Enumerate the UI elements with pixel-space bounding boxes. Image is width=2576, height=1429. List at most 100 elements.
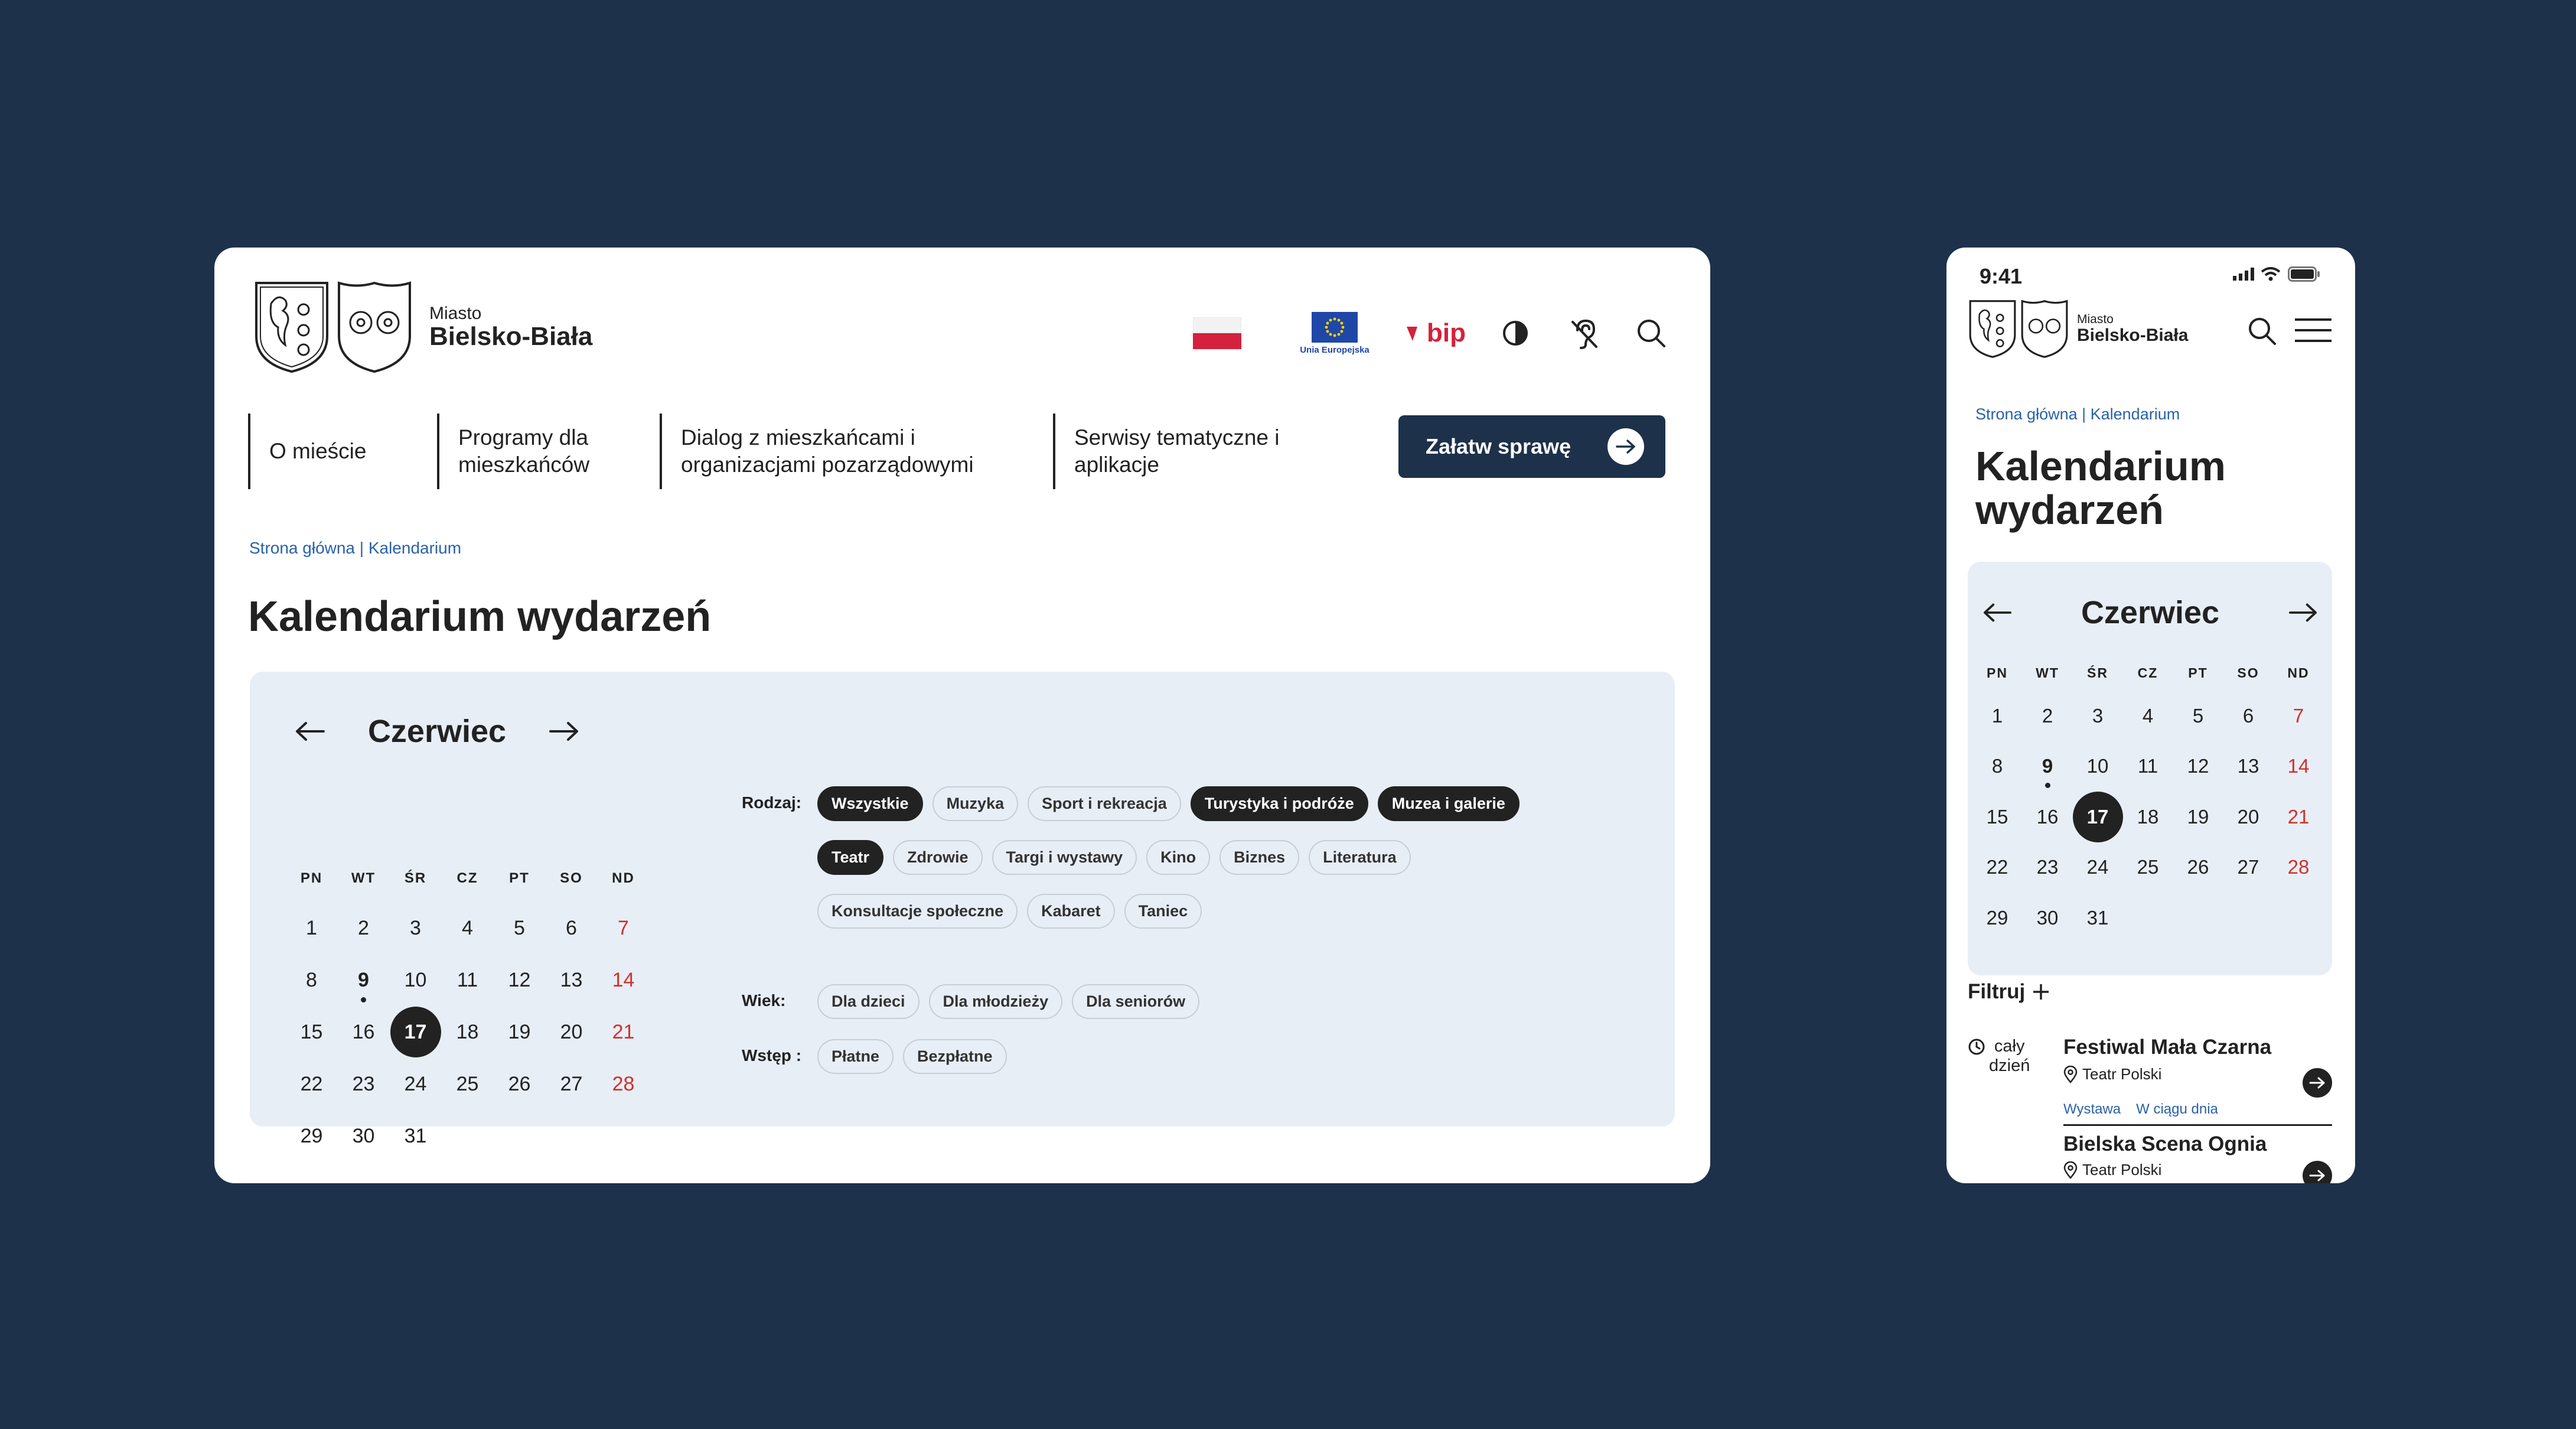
calendar-day[interactable]: 23: [338, 1058, 390, 1110]
calendar-day[interactable]: 20: [2223, 792, 2274, 842]
event-tag[interactable]: W ciągu dnia: [2136, 1101, 2218, 1118]
prev-month-button[interactable]: [292, 714, 328, 749]
calendar-day[interactable]: 27: [546, 1058, 598, 1110]
filter-chip[interactable]: Bezpłatne: [903, 1039, 1007, 1074]
event-open-button[interactable]: [2303, 1161, 2332, 1183]
calendar-day[interactable]: 26: [2173, 842, 2223, 893]
calendar-day[interactable]: 5: [2173, 691, 2223, 741]
calendar-day[interactable]: 9: [338, 954, 390, 1006]
filter-chip[interactable]: Taniec: [1124, 894, 1202, 929]
filter-chip[interactable]: Literatura: [1309, 840, 1411, 875]
calendar-day[interactable]: 16: [338, 1006, 390, 1058]
filter-chip[interactable]: Muzea i galerie: [1377, 786, 1519, 821]
calendar-day[interactable]: 6: [546, 902, 598, 954]
calendar-day[interactable]: 5: [494, 902, 546, 954]
calendar-day[interactable]: 18: [2123, 792, 2173, 842]
prev-month-button[interactable]: [1980, 595, 2015, 630]
polish-flag-icon[interactable]: [1191, 317, 1244, 349]
calendar-day[interactable]: 19: [494, 1006, 546, 1058]
calendar-day[interactable]: 26: [494, 1058, 546, 1110]
calendar-day[interactable]: 4: [2123, 691, 2173, 741]
calendar-day[interactable]: 25: [442, 1058, 494, 1110]
calendar-day[interactable]: 12: [2173, 741, 2223, 792]
calendar-day[interactable]: 21: [598, 1006, 650, 1058]
calendar-day[interactable]: 24: [2073, 842, 2123, 893]
calendar-day[interactable]: 11: [442, 954, 494, 1006]
calendar-day[interactable]: 18: [442, 1006, 494, 1058]
zalatw-sprawe-button[interactable]: Załatw sprawę: [1398, 415, 1665, 478]
calendar-day[interactable]: 22: [286, 1058, 338, 1110]
calendar-day[interactable]: 8: [286, 954, 338, 1006]
calendar-day[interactable]: 15: [1972, 792, 2023, 842]
calendar-day[interactable]: 1: [286, 902, 338, 954]
calendar-day[interactable]: 31: [2073, 893, 2123, 943]
filter-chip[interactable]: Teatr: [817, 840, 884, 875]
bip-icon[interactable]: bip: [1403, 318, 1468, 348]
calendar-day[interactable]: 24: [390, 1058, 442, 1110]
filter-chip[interactable]: Kabaret: [1027, 894, 1115, 929]
calendar-day[interactable]: 29: [1972, 893, 2023, 943]
filter-chip[interactable]: Dla dzieci: [817, 984, 919, 1019]
filter-chip[interactable]: Muzyka: [932, 786, 1019, 821]
eu-flag-icon[interactable]: Unia Europejska: [1293, 311, 1376, 355]
breadcrumb[interactable]: Strona główna | Kalendarium: [1975, 405, 2180, 424]
calendar-day[interactable]: 31: [390, 1110, 442, 1162]
calendar-day[interactable]: 23: [2023, 842, 2073, 893]
filter-chip[interactable]: Dla młodzieży: [928, 984, 1063, 1019]
calendar-day[interactable]: 7: [598, 902, 650, 954]
calendar-day[interactable]: 10: [390, 954, 442, 1006]
calendar-day[interactable]: 16: [2023, 792, 2073, 842]
calendar-day[interactable]: 15: [286, 1006, 338, 1058]
nav-item-serwisy[interactable]: Serwisy tematyczne i aplikacje: [1053, 414, 1301, 489]
calendar-day[interactable]: 25: [2123, 842, 2173, 893]
calendar-day[interactable]: 20: [546, 1006, 598, 1058]
filter-chip[interactable]: Turystyka i podróże: [1190, 786, 1368, 821]
calendar-day[interactable]: 29: [286, 1110, 338, 1162]
city-logo[interactable]: Miasto Bielsko-Biała: [1968, 299, 2188, 359]
calendar-day[interactable]: 3: [2073, 691, 2123, 741]
calendar-day[interactable]: 11: [2123, 741, 2173, 792]
filter-chip[interactable]: Kino: [1146, 840, 1211, 875]
breadcrumb[interactable]: Strona główna | Kalendarium: [249, 539, 461, 558]
city-logo[interactable]: Miasto Bielsko-Biała: [253, 280, 592, 375]
filter-chip[interactable]: Zdrowie: [893, 840, 983, 875]
filter-chip[interactable]: Sport i rekreacja: [1028, 786, 1181, 821]
calendar-day[interactable]: 22: [1972, 842, 2023, 893]
calendar-day[interactable]: 9: [2023, 741, 2073, 792]
calendar-day[interactable]: 12: [494, 954, 546, 1006]
calendar-day[interactable]: 6: [2223, 691, 2274, 741]
search-icon[interactable]: [1633, 318, 1669, 349]
calendar-day[interactable]: 30: [2023, 893, 2073, 943]
contrast-icon[interactable]: [1498, 320, 1533, 347]
calendar-day[interactable]: 17: [390, 1006, 442, 1058]
calendar-day[interactable]: 17: [2072, 791, 2123, 842]
calendar-day[interactable]: 13: [546, 954, 598, 1006]
next-month-button[interactable]: [546, 714, 582, 749]
calendar-day[interactable]: 4: [442, 902, 494, 954]
event-tag[interactable]: Wystawa: [2063, 1101, 2121, 1118]
hearing-icon[interactable]: [1566, 317, 1602, 349]
calendar-day[interactable]: 21: [2274, 792, 2324, 842]
event-open-button[interactable]: [2303, 1068, 2332, 1098]
calendar-day[interactable]: 2: [338, 902, 390, 954]
calendar-day[interactable]: 19: [2173, 792, 2223, 842]
filter-chip[interactable]: Biznes: [1219, 840, 1300, 875]
calendar-day[interactable]: 7: [2274, 691, 2324, 741]
hamburger-menu-icon[interactable]: [2294, 317, 2333, 343]
calendar-day[interactable]: 3: [390, 902, 442, 954]
calendar-day[interactable]: 10: [2073, 741, 2123, 792]
calendar-day[interactable]: 13: [2223, 741, 2274, 792]
calendar-day[interactable]: 14: [598, 954, 650, 1006]
nav-item-dialog[interactable]: Dialog z mieszkańcami i organizacjami po…: [660, 414, 1053, 489]
calendar-day[interactable]: 8: [1972, 741, 2023, 792]
calendar-day[interactable]: 30: [338, 1110, 390, 1162]
calendar-day[interactable]: 2: [2023, 691, 2073, 741]
filter-chip[interactable]: Konsultacje społeczne: [817, 894, 1018, 929]
nav-item-o-miescie[interactable]: O mieście: [248, 414, 437, 489]
search-icon[interactable]: [2246, 315, 2277, 346]
filter-chip[interactable]: Wszystkie: [817, 786, 923, 821]
next-month-button[interactable]: [2285, 595, 2321, 630]
calendar-day[interactable]: 27: [2223, 842, 2274, 893]
calendar-day[interactable]: 28: [598, 1058, 650, 1110]
filter-chip[interactable]: Płatne: [817, 1039, 894, 1074]
